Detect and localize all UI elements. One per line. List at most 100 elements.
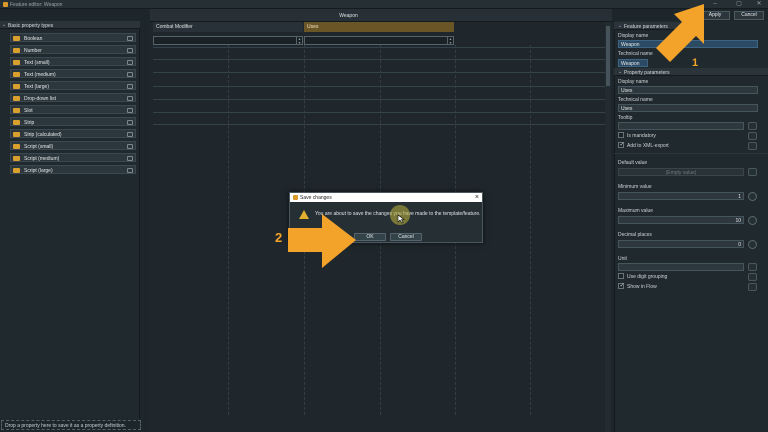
vertical-scrollbar[interactable] [605, 22, 611, 432]
property-type-icon [13, 35, 20, 41]
row-divider [153, 86, 605, 87]
default-value-label: Default value [618, 160, 648, 166]
tooltip-edit-button[interactable] [748, 122, 757, 130]
spinner-icon[interactable]: ▴ ▾ [296, 37, 302, 44]
uses-input[interactable]: ▴ ▾ [304, 36, 454, 45]
unit-input[interactable] [618, 263, 744, 271]
maximize-button[interactable]: ▢ [732, 1, 746, 8]
show-in-flow-option-button[interactable] [748, 283, 757, 291]
property-type-label: Text (medium) [24, 71, 56, 78]
dialog-cancel-button[interactable]: Cancel [390, 233, 422, 241]
use-digit-grouping-checkbox[interactable] [618, 273, 624, 279]
property-type-item[interactable]: Text (small) [10, 57, 136, 66]
feature-header: Weapon [150, 9, 612, 22]
drag-handle-icon[interactable] [127, 107, 133, 113]
minimum-value-clear-icon[interactable] [748, 192, 757, 201]
property-display-name-input[interactable]: Uses [618, 86, 758, 94]
unit-option-button[interactable] [748, 263, 757, 271]
property-type-item[interactable]: Boolean [10, 33, 136, 42]
decimal-places-input[interactable]: 0 [618, 240, 744, 248]
drag-handle-icon[interactable] [127, 59, 133, 65]
property-type-icon [13, 131, 20, 137]
property-type-item[interactable]: Slot [10, 105, 136, 114]
drag-handle-icon[interactable] [127, 131, 133, 137]
property-type-item[interactable]: Number [10, 45, 136, 54]
spinner-icon[interactable]: ▴ ▾ [447, 37, 453, 44]
property-type-item[interactable]: Text (large) [10, 81, 136, 90]
default-value-button[interactable] [748, 168, 757, 176]
default-value-input[interactable]: (Empty value) [618, 168, 744, 176]
drag-handle-icon[interactable] [127, 35, 133, 41]
drag-handle-icon[interactable] [127, 119, 133, 125]
property-type-label: Slot [24, 107, 33, 114]
drag-handle-icon[interactable] [127, 47, 133, 53]
dialog-titlebar: Save changes × [290, 193, 482, 202]
property-type-item[interactable]: Script (medium) [10, 153, 136, 162]
property-type-item[interactable]: Strip [10, 117, 136, 126]
drag-handle-icon[interactable] [127, 71, 133, 77]
property-type-label: Number [24, 47, 42, 54]
close-icon[interactable]: × [475, 194, 479, 201]
dialog-title: Save changes [300, 195, 332, 201]
minimum-value-input[interactable]: 1 [618, 192, 744, 200]
maximum-value-input[interactable]: 10 [618, 216, 744, 224]
minimum-value-label: Minimum value [618, 184, 652, 190]
close-window-button[interactable]: ✕ [752, 1, 766, 8]
property-type-item[interactable]: Drop-down list [10, 93, 136, 102]
maximum-value-clear-icon[interactable] [748, 216, 757, 225]
property-type-item[interactable]: Text (medium) [10, 69, 136, 78]
annotation-marker-1: 1 [692, 57, 699, 69]
property-type-label: Boolean [24, 35, 43, 42]
column-uses[interactable]: Uses [304, 22, 454, 32]
digit-grouping-option-button[interactable] [748, 273, 757, 281]
property-type-icon [13, 155, 20, 161]
property-type-item[interactable]: Script (small) [10, 141, 136, 150]
section-divider [614, 153, 768, 154]
property-type-icon [13, 167, 20, 173]
drag-handle-icon[interactable] [127, 95, 133, 101]
property-technical-name-label: Technical name [618, 97, 653, 103]
property-type-icon [13, 59, 20, 65]
decimal-places-clear-icon[interactable] [748, 240, 757, 249]
drag-handle-icon[interactable] [127, 167, 133, 173]
feature-title: Weapon [339, 12, 358, 19]
window-title: Feature editor: Weapon [10, 2, 63, 8]
property-type-icon [13, 143, 20, 149]
add-to-xml-option-button[interactable] [748, 142, 757, 150]
drag-handle-icon[interactable] [127, 143, 133, 149]
property-type-item[interactable]: Strip (calculated) [10, 129, 136, 138]
is-mandatory-checkbox[interactable] [618, 132, 624, 138]
drag-handle-icon[interactable] [127, 155, 133, 161]
annotation-marker-2: 2 [275, 230, 283, 245]
is-mandatory-label: Is mandatory [627, 132, 656, 139]
ok-button[interactable]: OK [354, 233, 386, 241]
tooltip-input[interactable] [618, 122, 744, 130]
property-drop-zone[interactable]: Drop a property here to save it as a pro… [1, 420, 141, 430]
column-combat-modifier[interactable]: Combat Modifier [153, 22, 303, 32]
minimum-value: 1 [738, 194, 741, 200]
property-type-icon [13, 47, 20, 53]
add-to-xml-checkbox[interactable] [618, 141, 625, 148]
drag-handle-icon[interactable] [127, 83, 133, 89]
basic-property-types-header[interactable]: ⌄ Basic property types [0, 21, 140, 29]
grid-line [228, 45, 229, 415]
property-type-label: Text (large) [24, 83, 50, 90]
row-divider [153, 59, 605, 60]
decimal-places-value: 0 [738, 242, 741, 248]
grid-line [530, 45, 531, 415]
scrollbar-thumb[interactable] [606, 26, 610, 86]
annotation-arrow-2 [288, 214, 356, 268]
section-title: Property parameters [624, 69, 670, 76]
section-title: Basic property types [8, 22, 54, 29]
property-type-item[interactable]: Script (large) [10, 165, 136, 174]
feature-technical-name-input[interactable]: Weapon [618, 59, 648, 67]
cancel-button[interactable]: Cancel [734, 11, 764, 20]
row-divider [153, 47, 605, 48]
app-icon [3, 2, 8, 7]
property-technical-name-input[interactable]: Uses [618, 104, 758, 112]
mouse-cursor-icon [397, 214, 405, 224]
show-in-flow-checkbox[interactable] [618, 282, 625, 289]
is-mandatory-option-button[interactable] [748, 132, 757, 140]
combat-modifier-input[interactable]: ▴ ▾ [153, 36, 303, 45]
tooltip-label: Tooltip [618, 115, 633, 121]
